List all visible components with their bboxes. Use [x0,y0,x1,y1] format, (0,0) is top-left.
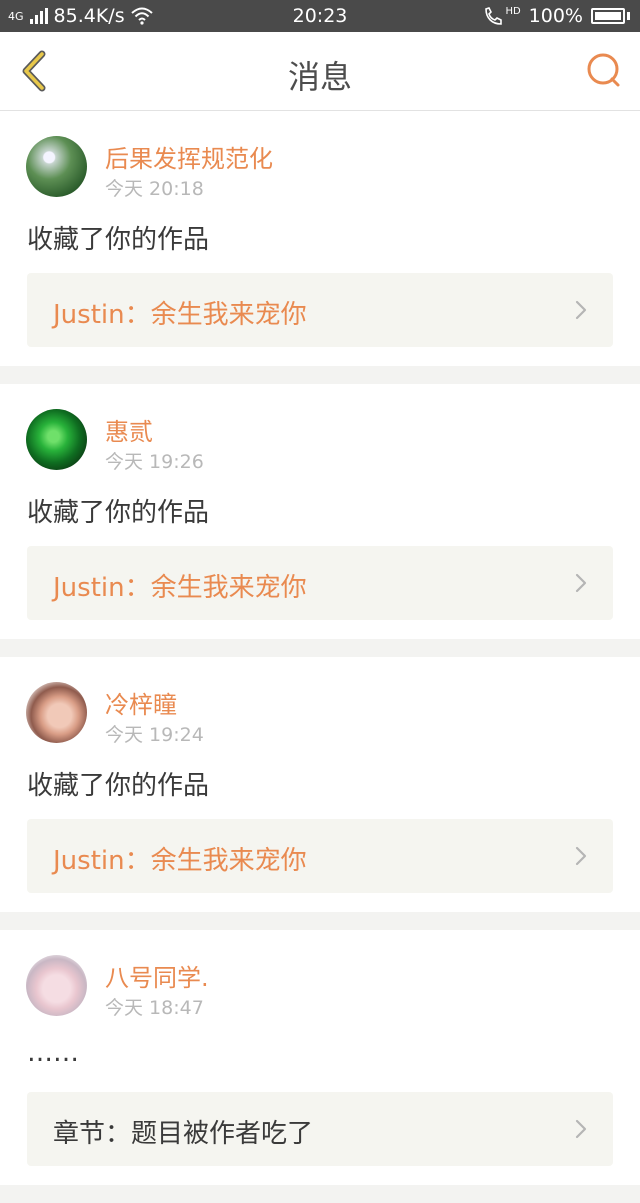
battery-level: 100% [528,5,583,27]
avatar[interactable] [26,955,87,1016]
status-bar: 4G 85.4K/s 20:23 HD 100% [0,0,640,32]
timestamp: 今天 18:47 [105,997,204,1019]
notification-card: 后果发挥规范化 今天 20:18 收藏了你的作品 Justin：余生我来宠你 [0,111,640,366]
work-link[interactable]: Justin：余生我来宠你 [27,273,613,347]
chevron-right-icon [575,846,587,866]
work-link[interactable]: Justin：余生我来宠你 [27,546,613,620]
work-title: Justin：余生我来宠你 [53,300,307,330]
timestamp: 今天 19:24 [105,724,204,746]
header: 消息 [0,32,640,111]
chevron-left-icon [22,50,46,92]
notification-card: 冷梓瞳 今天 19:24 收藏了你的作品 Justin：余生我来宠你 [0,657,640,912]
search-button[interactable] [584,50,624,90]
message-text: …… [27,1038,79,1068]
search-icon [587,53,620,87]
page-title: 消息 [287,58,352,96]
avatar[interactable] [26,409,87,470]
chevron-right-icon [575,573,587,593]
notification-card: 惠贰 今天 19:26 收藏了你的作品 Justin：余生我来宠你 [0,384,640,639]
battery-icon [591,8,625,24]
work-title: Justin：余生我来宠你 [53,846,307,876]
avatar[interactable] [26,136,87,197]
avatar[interactable] [26,682,87,743]
message-text: 收藏了你的作品 [27,498,210,528]
message-text: 收藏了你的作品 [27,771,210,801]
user-name[interactable]: 后果发挥规范化 [105,139,273,174]
user-name[interactable]: 惠贰 [105,412,153,447]
timestamp: 今天 19:26 [105,451,204,473]
chevron-right-icon [575,1119,587,1139]
work-title: 章节：题目被作者吃了 [53,1119,314,1149]
chevron-right-icon [575,300,587,320]
phone-icon [485,7,503,25]
message-text: 收藏了你的作品 [27,225,210,255]
notification-card: 八号同学. 今天 18:47 …… 章节：题目被作者吃了 [0,930,640,1185]
timestamp: 今天 20:18 [105,178,204,200]
back-button[interactable] [14,48,60,94]
work-link[interactable]: Justin：余生我来宠你 [27,819,613,893]
user-name[interactable]: 冷梓瞳 [105,685,177,720]
work-title: Justin：余生我来宠你 [53,573,307,603]
work-link[interactable]: 章节：题目被作者吃了 [27,1092,613,1166]
status-right: HD 100% [483,5,630,27]
user-name[interactable]: 八号同学. [105,958,209,993]
notification-list: 后果发挥规范化 今天 20:18 收藏了你的作品 Justin：余生我来宠你 惠… [0,111,640,1203]
battery-tip [627,12,630,20]
call-badge: HD [505,5,521,17]
